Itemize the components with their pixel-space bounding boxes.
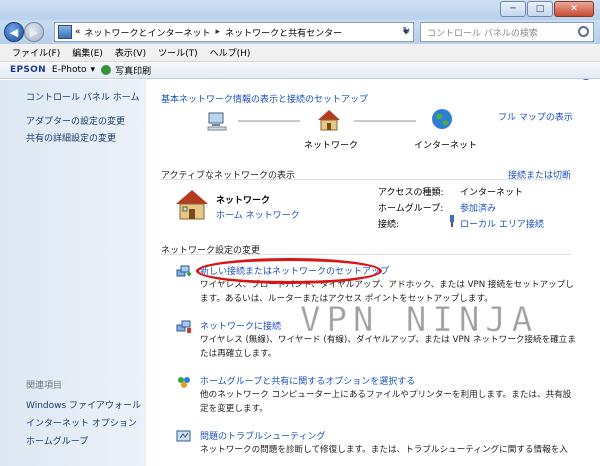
connect-network-icon	[176, 319, 192, 338]
access-type-label: アクセスの種類:	[378, 188, 444, 198]
address-row: ◀ ▶ « ネットワークとインターネット ▸ ネットワークと共有センター ▼ ↻…	[0, 20, 600, 44]
internet-globe-icon	[430, 107, 454, 134]
task-connect-network-link[interactable]: ネットワークに接続	[200, 319, 281, 332]
computer-icon	[206, 110, 228, 135]
sidebar-item-adapter-settings[interactable]: アダプターの設定の変更	[26, 114, 125, 127]
search-input[interactable]: コントロール パネルの検索	[420, 22, 594, 42]
refresh-icon[interactable]: ↻	[402, 26, 410, 37]
map-title: 基本ネットワーク情報の表示と接続のセットアップ	[161, 95, 369, 105]
minimize-button[interactable]: ─	[500, 1, 526, 17]
sidebar-item-advanced-sharing[interactable]: 共有の詳細設定の変更	[26, 131, 116, 144]
watermark-text: VPN NINJA	[299, 300, 539, 341]
maximize-button[interactable]: □	[527, 1, 553, 17]
connections-label: 接続:	[378, 220, 400, 230]
full-map-link[interactable]: フル マップの表示	[498, 110, 573, 123]
highlight-oval	[196, 258, 382, 284]
homegroup-value-link[interactable]: 参加済み	[460, 201, 496, 214]
access-type-value: インターネット	[460, 188, 524, 198]
troubleshoot-icon	[176, 429, 192, 448]
photo-print-button[interactable]: 写真印刷	[115, 64, 151, 77]
home-icon	[174, 188, 210, 225]
task-homegroup-desc: 他のネットワーク コンピューター上にあるファイルやプリンターを利用します。または…	[200, 390, 572, 414]
sidebar-item-control-panel-home[interactable]: コントロール パネル ホーム	[26, 90, 139, 103]
map-label-internet: インターネット	[414, 141, 478, 151]
explorer-window: ─ □ ✕ ◀ ▶ « ネットワークとインターネット ▸ ネットワークと共有セン…	[0, 0, 600, 466]
epson-logo: EPSON	[10, 65, 46, 75]
task-troubleshoot-desc: ネットワークの問題を診断して修復します。または、トラブルシューティングに関する情…	[200, 445, 568, 455]
address-prefix: «	[75, 27, 81, 37]
menu-edit[interactable]: 編集(E)	[72, 46, 103, 59]
sidebar-item-internet-options[interactable]: インターネット オプション	[26, 416, 137, 429]
breadcrumb-sharing-center[interactable]: ネットワークと共有センター	[225, 26, 342, 39]
map-label-network: ネットワーク	[304, 141, 359, 151]
new-connection-icon	[176, 264, 192, 283]
map-link-line	[238, 120, 300, 122]
back-button[interactable]: ◀	[4, 22, 24, 42]
section-divider	[161, 179, 571, 180]
ephoto-dropdown-icon[interactable]: ▾	[91, 65, 96, 75]
title-bar: ─ □ ✕	[0, 0, 600, 20]
homegroup-label: ホームグループ:	[378, 204, 444, 214]
photo-print-icon	[101, 65, 112, 75]
task-troubleshoot-link[interactable]: 問題のトラブルシューティング	[200, 429, 325, 442]
left-pane: コントロール パネル ホーム アダプターの設定の変更 共有の詳細設定の変更 関連…	[0, 80, 146, 466]
forward-button[interactable]: ▶	[24, 22, 44, 42]
epson-toolbar: EPSON E-Photo ▾ 写真印刷	[0, 62, 600, 79]
breadcrumb-separator: ▸	[215, 27, 221, 37]
home-network-icon	[316, 108, 342, 135]
menu-view[interactable]: 表示(V)	[115, 46, 146, 59]
lan-connection-link[interactable]: ローカル エリア接続	[460, 217, 544, 230]
search-placeholder: コントロール パネルの検索	[427, 28, 538, 39]
section-divider	[161, 254, 571, 255]
homegroup-sharing-icon	[176, 374, 192, 393]
caption-buttons: ─ □ ✕	[499, 1, 594, 17]
ephoto-label[interactable]: E-Photo	[52, 65, 87, 75]
menu-help[interactable]: ヘルプ(H)	[210, 46, 251, 59]
task-homegroup-link[interactable]: ホームグループと共有に関するオプションを選択する	[200, 374, 415, 387]
search-icon[interactable]	[578, 26, 589, 37]
menu-file[interactable]: ファイル(F)	[12, 46, 60, 59]
breadcrumb-network-internet[interactable]: ネットワークとインターネット	[85, 26, 211, 39]
sidebar-item-homegroup[interactable]: ホームグループ	[26, 434, 88, 447]
control-panel-icon	[58, 25, 72, 39]
sidebar-item-firewall[interactable]: Windows ファイアウォール	[26, 398, 141, 411]
menu-bar: ファイル(F) 編集(E) 表示(V) ツール(T) ヘルプ(H)	[0, 44, 600, 62]
menu-tools[interactable]: ツール(T)	[158, 46, 198, 59]
address-bar[interactable]: « ネットワークとインターネット ▸ ネットワークと共有センター ▼	[54, 22, 414, 42]
network-type-link[interactable]: ホーム ネットワーク	[216, 208, 300, 221]
map-link-line	[354, 120, 416, 122]
lan-connection-icon	[448, 215, 456, 230]
network-name: ネットワーク	[216, 196, 271, 206]
related-heading: 関連項目	[26, 381, 63, 391]
close-button[interactable]: ✕	[554, 1, 594, 17]
